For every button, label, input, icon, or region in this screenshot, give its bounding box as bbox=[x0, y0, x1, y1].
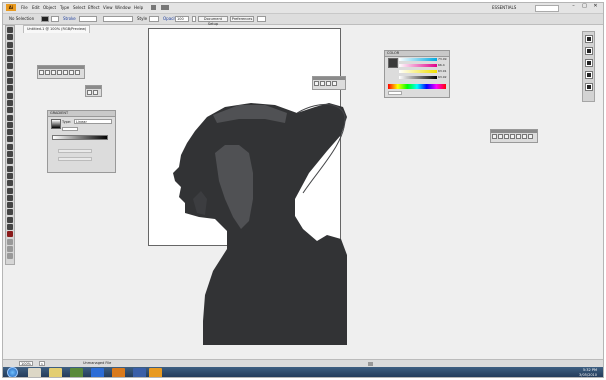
align-top-icon[interactable] bbox=[57, 70, 62, 75]
gradient-angle-field[interactable] bbox=[62, 127, 78, 131]
application-window: Ai File Edit Object Type Select Effect V… bbox=[2, 2, 604, 378]
taskbar-ie-icon[interactable] bbox=[91, 368, 104, 377]
transform-options-icon[interactable] bbox=[332, 81, 337, 86]
taskbar-folder-icon[interactable] bbox=[49, 368, 62, 377]
magenta-slider[interactable] bbox=[399, 64, 437, 67]
gradient-slider[interactable] bbox=[52, 135, 108, 140]
status-text[interactable]: Unmanaged File bbox=[83, 361, 111, 366]
align-h-center-icon[interactable] bbox=[498, 134, 503, 139]
clock[interactable]: 5:32 PM 3/05/2010 bbox=[579, 368, 597, 377]
transform-move-icon[interactable] bbox=[314, 81, 319, 86]
windows-taskbar: 5:32 PM 3/05/2010 bbox=[3, 367, 603, 377]
align-palette[interactable] bbox=[490, 129, 538, 143]
color-panel[interactable]: COLOR 73.09 66.4 63.91 63.92 bbox=[384, 50, 450, 98]
yellow-slider[interactable] bbox=[399, 70, 437, 73]
taskbar-firefox-icon[interactable] bbox=[112, 368, 125, 377]
symbols-panel-icon[interactable] bbox=[584, 59, 593, 67]
canvas-artwork bbox=[173, 103, 347, 345]
clock-date: 3/05/2010 bbox=[579, 373, 597, 377]
taskbar-illustrator-icon[interactable] bbox=[149, 368, 162, 377]
palette-options-icon[interactable] bbox=[75, 70, 80, 75]
brushes-panel-icon[interactable] bbox=[584, 47, 593, 55]
align-middle-icon[interactable] bbox=[63, 70, 68, 75]
transform-scale-icon[interactable] bbox=[326, 81, 331, 86]
align-right-icon[interactable] bbox=[51, 70, 56, 75]
direct-arrow-icon[interactable] bbox=[93, 90, 98, 95]
cyan-value[interactable]: 73.09 bbox=[438, 57, 447, 61]
panel-dock bbox=[582, 31, 595, 102]
gradient-location-field[interactable] bbox=[58, 157, 92, 161]
yellow-value[interactable]: 63.91 bbox=[438, 69, 447, 73]
horizontal-scrollbar-thumb[interactable] bbox=[368, 362, 373, 366]
transform-rotate-icon[interactable] bbox=[320, 81, 325, 86]
black-value[interactable]: 63.92 bbox=[438, 75, 447, 79]
taskbar-explorer-icon[interactable] bbox=[28, 368, 41, 377]
taskbar-word-icon[interactable] bbox=[133, 368, 146, 377]
zoom-level-field[interactable]: 100% bbox=[19, 361, 33, 366]
taskbar-media-icon[interactable] bbox=[70, 368, 83, 377]
swatch-tools-palette[interactable] bbox=[37, 65, 85, 79]
transform-palette[interactable] bbox=[312, 76, 346, 90]
cyan-slider[interactable] bbox=[399, 58, 437, 61]
stroke-panel-icon[interactable] bbox=[584, 71, 593, 79]
magenta-value[interactable]: 66.4 bbox=[438, 63, 445, 67]
align-v-top-icon[interactable] bbox=[510, 134, 515, 139]
gradient-type-select[interactable]: Linear bbox=[74, 119, 112, 124]
system-tray: 5:32 PM 3/05/2010 bbox=[551, 368, 599, 377]
gradient-opacity-field[interactable] bbox=[58, 149, 92, 153]
gradient-panel-title: GRADIENT bbox=[48, 111, 115, 117]
head-silhouette[interactable] bbox=[173, 103, 347, 345]
black-slider[interactable] bbox=[399, 76, 437, 79]
color-fill-swatch[interactable] bbox=[388, 58, 398, 68]
align-bottom-icon[interactable] bbox=[69, 70, 74, 75]
gradient-preview-swatch[interactable] bbox=[51, 119, 61, 129]
swatches-panel-icon[interactable] bbox=[584, 35, 593, 43]
color-spectrum-bar[interactable] bbox=[388, 84, 446, 89]
color-none-swatch[interactable] bbox=[388, 91, 402, 95]
gradient-type-label: Type: bbox=[62, 120, 72, 124]
align-options-icon[interactable] bbox=[528, 134, 533, 139]
small-tools-palette[interactable] bbox=[85, 85, 102, 97]
start-button-icon[interactable] bbox=[7, 367, 18, 377]
align-h-right-icon[interactable] bbox=[504, 134, 509, 139]
align-h-left-icon[interactable] bbox=[492, 134, 497, 139]
align-center-icon[interactable] bbox=[45, 70, 50, 75]
gradient-panel[interactable]: GRADIENT Type: Linear bbox=[47, 110, 116, 173]
layers-panel-icon[interactable] bbox=[584, 83, 593, 91]
align-left-icon[interactable] bbox=[39, 70, 44, 75]
align-v-bottom-icon[interactable] bbox=[522, 134, 527, 139]
page-number-field[interactable]: 1 bbox=[39, 361, 45, 366]
align-v-center-icon[interactable] bbox=[516, 134, 521, 139]
arrow-icon[interactable] bbox=[87, 90, 92, 95]
